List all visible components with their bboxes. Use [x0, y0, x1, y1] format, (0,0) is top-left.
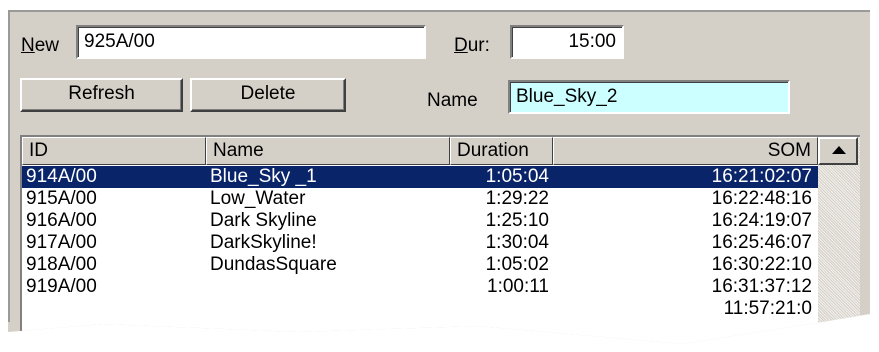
cell-duration: 1:25:10: [485, 210, 549, 231]
cell-duration: 1:30:04: [485, 232, 549, 253]
cell-id: 919A/00: [26, 276, 97, 297]
cell-id: 917A/00: [26, 232, 97, 253]
table-row[interactable]: 918A/00 DundasSquare 1:05:02 16:30:22:10: [22, 254, 818, 276]
cell-name: Dark Skyline: [210, 210, 317, 231]
dur-label: Dur:: [454, 35, 490, 56]
cell-duration: 1:05:04: [485, 166, 549, 187]
new-id-field[interactable]: 925A/00: [76, 25, 426, 59]
scroll-up-button[interactable]: [818, 137, 858, 165]
cell-id: 915A/00: [26, 188, 97, 209]
column-header-id[interactable]: ID: [22, 137, 206, 165]
refresh-button[interactable]: Refresh: [20, 78, 183, 112]
table-row[interactable]: 916A/00 Dark Skyline 1:25:10 16:24:19:07: [22, 210, 818, 232]
cell-name: DarkSkyline!: [210, 232, 317, 253]
table-row[interactable]: 914A/00 Blue_Sky _1 1:05:04 16:21:02:07: [22, 166, 818, 188]
cell-name: Blue_Sky _1: [210, 166, 317, 187]
table-row[interactable]: 917A/00 DarkSkyline! 1:30:04 16:25:46:07: [22, 232, 818, 254]
cell-som: 16:24:19:07: [711, 210, 812, 231]
cell-som: 16:21:02:07: [711, 166, 812, 187]
cell-name: Low_Water: [210, 188, 306, 209]
cell-id: 918A/00: [26, 254, 97, 275]
panel-left-border: [8, 10, 10, 322]
cell-id: 916A/00: [26, 210, 97, 231]
cell-duration: 1:29:22: [485, 188, 549, 209]
cell-som: 11:57:21:0: [723, 298, 812, 319]
column-header-som[interactable]: SOM: [553, 137, 818, 165]
cell-duration: 1:05:02: [485, 254, 549, 275]
duration-field[interactable]: 15:00: [510, 25, 624, 59]
clip-list[interactable]: ID Name Duration SOM 914A/00 Blue_Sky _1…: [20, 135, 860, 344]
name-label: Name: [427, 90, 478, 111]
cell-name: DundasSquare: [210, 254, 337, 275]
column-header-name[interactable]: Name: [206, 137, 450, 165]
column-header-duration[interactable]: Duration: [450, 137, 553, 165]
cell-som: 16:30:22:10: [711, 254, 812, 275]
table-row[interactable]: 919A/00 1:00:11 16:31:37:12: [22, 276, 818, 298]
panel-top-border: [8, 10, 870, 12]
delete-button[interactable]: Delete: [190, 78, 346, 112]
cell-id: 914A/00: [26, 166, 97, 187]
triangle-up-icon: [832, 146, 846, 154]
new-label: New: [21, 35, 60, 56]
form-panel: New 925A/00 Dur: 15:00 Refresh Delete Na…: [8, 10, 870, 344]
table-row[interactable]: 11:57:21:0: [22, 298, 818, 320]
name-field[interactable]: Blue_Sky_2: [508, 80, 790, 114]
table-row[interactable]: 915A/00 Low_Water 1:29:22 16:22:48:16: [22, 188, 818, 210]
vertical-scrollbar[interactable]: [818, 137, 860, 344]
cell-som: 16:31:37:12: [711, 276, 812, 297]
cell-som: 16:22:48:16: [711, 188, 812, 209]
cell-duration: 1:00:11: [487, 276, 549, 297]
cell-som: 16:25:46:07: [711, 232, 812, 253]
